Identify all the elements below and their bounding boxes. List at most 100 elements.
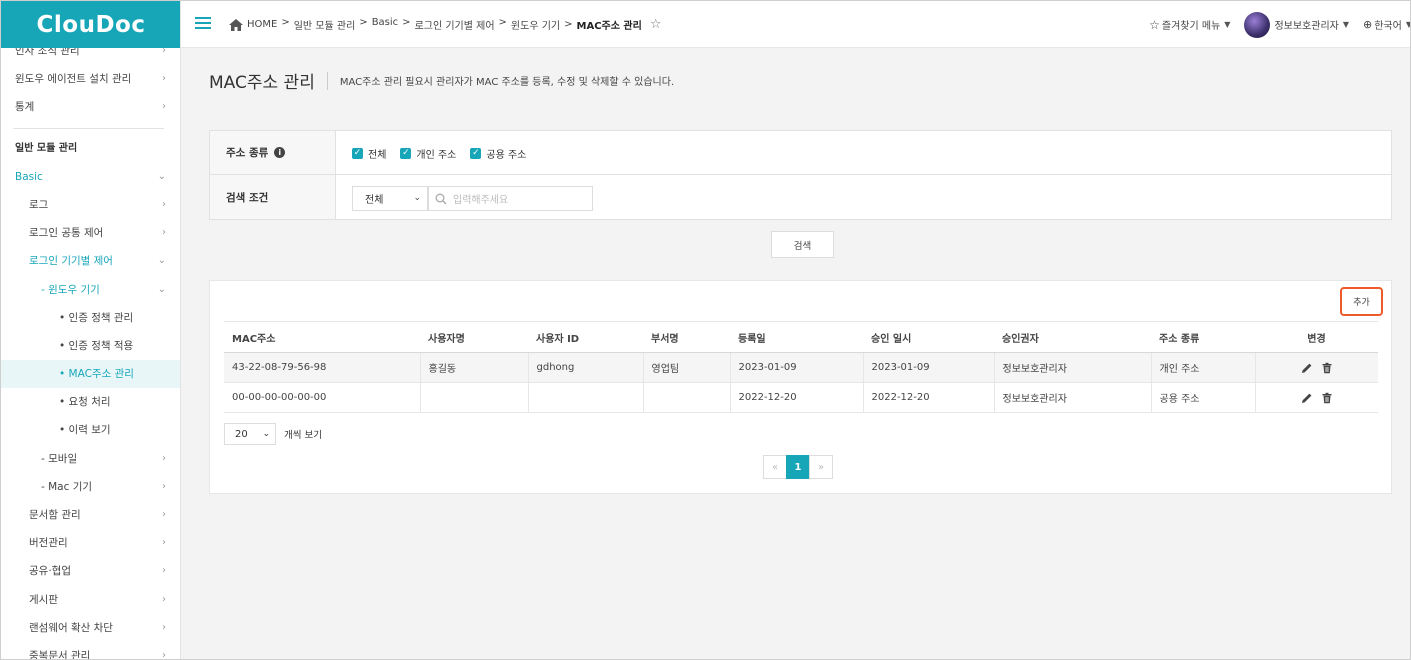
breadcrumb-sep: > <box>498 17 507 28</box>
user-menu[interactable]: 정보보호관리자 ▼ <box>1244 11 1350 38</box>
page-size-select[interactable]: 20 ⌄ <box>224 423 276 445</box>
filter-type-label: 주소 종류 <box>226 147 269 159</box>
chevron-right-icon: › <box>162 227 166 239</box>
sidebar-item[interactable]: - 모바일 › <box>1 445 180 473</box>
sidebar-item-label: 버전관리 <box>29 537 68 550</box>
filter-row-type: 주소 종류 i ✓ 전체 ✓ 개인 주소 ✓ 공용 주소 <box>210 131 1391 175</box>
chevron-right-icon: › <box>162 593 166 605</box>
sidebar-item[interactable]: 랜섬웨어 확산 차단 › <box>1 614 180 642</box>
search-condition-select[interactable]: 전체 ⌄ <box>352 186 428 211</box>
column-header[interactable]: 사용자명 <box>420 321 528 353</box>
favorite-star-icon[interactable]: ☆ <box>650 17 662 32</box>
table-cell: 2023-01-09 <box>730 352 864 383</box>
breadcrumb-home[interactable]: HOME <box>247 19 277 30</box>
prev-page-button[interactable]: « <box>763 455 787 479</box>
breadcrumb-current: MAC주소 관리 <box>576 21 642 32</box>
topbar-right: ☆ 즐겨찾기 메뉴 ▼ 정보보호관리자 ▼ ⊕ 한국어 ▼ <box>1149 1 1410 48</box>
sidebar-item-label: 공유·협업 <box>29 565 71 578</box>
logo-text: ClouDoc <box>36 11 146 38</box>
add-button[interactable]: 추가 <box>1353 295 1370 308</box>
sidebar-item[interactable]: 버전관리 › <box>1 529 180 557</box>
table-header-row: MAC주소 사용자명 사용자 ID 부서명 등록일 승인 일시 승인권자 주소 종류 변경 <box>224 321 1378 353</box>
column-header[interactable]: 부서명 <box>643 321 730 353</box>
caret-down-icon: ▼ <box>1224 20 1231 29</box>
column-header[interactable]: 승인 일시 <box>863 321 994 353</box>
column-header[interactable]: 변경 <box>1255 321 1378 353</box>
address-type-checkbox[interactable]: ✓ 개인 주소 <box>400 146 456 161</box>
table-cell: 2023-01-09 <box>863 352 995 383</box>
select-value: 전체 <box>365 195 384 206</box>
sidebar-item[interactable]: 로그인 기기별 제어 ⌄ <box>1 247 180 275</box>
sidebar-item[interactable]: 문서함 관리 › <box>1 501 180 529</box>
sidebar-item[interactable]: 통계 › <box>1 93 180 121</box>
column-header[interactable]: 승인권자 <box>994 321 1151 353</box>
globe-icon: ⊕ <box>1363 18 1373 31</box>
address-type-checkbox[interactable]: ✓ 전체 <box>352 146 386 161</box>
trash-icon[interactable] <box>1321 362 1333 374</box>
page-size-label: 개씩 보기 <box>284 430 322 441</box>
checkbox-checked-icon: ✓ <box>470 147 482 159</box>
table-cell: 2022-12-20 <box>863 382 995 413</box>
column-header[interactable]: 주소 종류 <box>1151 321 1255 353</box>
hamburger-menu-icon[interactable] <box>195 17 211 29</box>
sidebar-section-title: 일반 모듈 관리 <box>15 142 78 154</box>
checkbox-checked-icon: ✓ <box>400 147 412 159</box>
chevron-right-icon: › <box>162 621 166 633</box>
sidebar-item[interactable]: • 인증 정책 적용 <box>1 332 180 360</box>
table-cell: 홍길동 <box>420 352 529 383</box>
sidebar-item-label: 로그 <box>29 198 49 211</box>
sidebar-item[interactable]: • 요청 처리 <box>1 388 180 416</box>
sidebar-item[interactable]: - Mac 기기 › <box>1 473 180 501</box>
language-label: 한국어 <box>1374 21 1402 32</box>
table-row[interactable]: 00-00-00-00-00-00 2022-12-20 2022-12-20 정보보… <box>224 382 1378 413</box>
breadcrumb-sep: > <box>281 17 290 28</box>
filter-label: 주소 종류 i <box>210 131 336 174</box>
sidebar-item-label: • MAC주소 관리 <box>59 368 134 381</box>
sidebar-item-label: 로그인 공통 제어 <box>29 227 104 240</box>
chevron-down-icon: ⌄ <box>157 283 166 295</box>
sidebar-item[interactable]: 게시판 › <box>1 586 180 614</box>
address-type-checkbox[interactable]: ✓ 공용 주소 <box>470 146 526 161</box>
breadcrumb-link[interactable]: 로그인 기기별 제어 <box>415 17 495 32</box>
row-actions <box>1255 352 1378 383</box>
column-header[interactable]: 등록일 <box>730 321 863 353</box>
breadcrumb-link[interactable]: 윈도우 기기 <box>511 17 560 32</box>
divider <box>326 71 328 90</box>
sidebar-item[interactable]: 중복문서 관리 › <box>1 642 180 659</box>
table-cell: gdhong <box>528 352 644 383</box>
sidebar-item[interactable]: 로그 › <box>1 191 180 219</box>
sidebar-item[interactable]: Basic ⌄ <box>1 163 180 191</box>
sidebar-item[interactable]: 윈도우 에이전트 설치 관리 › <box>1 65 180 93</box>
edit-pencil-icon[interactable] <box>1301 392 1313 404</box>
column-header[interactable]: MAC주소 <box>224 321 420 353</box>
table-cell <box>420 382 529 413</box>
sidebar-item[interactable]: 공유·협업 › <box>1 557 180 585</box>
sidebar-item[interactable]: • 인증 정책 관리 <box>1 304 180 332</box>
sidebar-item[interactable]: • 이력 보기 <box>1 416 180 444</box>
home-icon[interactable] <box>229 18 243 31</box>
info-icon[interactable]: i <box>274 147 286 158</box>
page-button-current[interactable]: 1 <box>786 455 810 479</box>
sidebar-item-label: • 이력 보기 <box>59 424 111 437</box>
sidebar-item[interactable]: 로그인 공통 제어 › <box>1 219 180 247</box>
favorites-menu[interactable]: ☆ 즐겨찾기 메뉴 ▼ <box>1149 17 1231 33</box>
table-row[interactable]: 43-22-08-79-56-98 홍길동 gdhong 영업팀 2023-01-09 2… <box>224 352 1378 383</box>
avatar <box>1244 11 1271 38</box>
trash-icon[interactable] <box>1321 392 1333 404</box>
add-button-highlight: 추가 <box>1340 287 1383 316</box>
next-page-button[interactable]: » <box>809 455 833 479</box>
caret-down-icon: ▼ <box>1342 20 1350 29</box>
edit-pencil-icon[interactable] <box>1301 362 1313 374</box>
language-menu[interactable]: ⊕ 한국어 ▼ <box>1363 17 1410 32</box>
table-cell: 2022-12-20 <box>730 382 864 413</box>
breadcrumb-link[interactable]: 일반 모듈 관리 <box>294 17 356 32</box>
chevron-right-icon: › <box>162 73 166 85</box>
search-input[interactable]: 입력해주세요 <box>428 186 593 211</box>
breadcrumb-link[interactable]: Basic <box>372 17 398 32</box>
column-header[interactable]: 사용자 ID <box>528 321 643 353</box>
search-button[interactable]: 검색 <box>771 231 834 258</box>
logo[interactable]: ClouDoc <box>1 1 180 48</box>
chevron-down-icon: ⌄ <box>157 255 166 267</box>
sidebar-item[interactable]: - 윈도우 기기 ⌄ <box>1 276 180 304</box>
sidebar-item[interactable]: • MAC주소 관리 <box>1 360 180 389</box>
